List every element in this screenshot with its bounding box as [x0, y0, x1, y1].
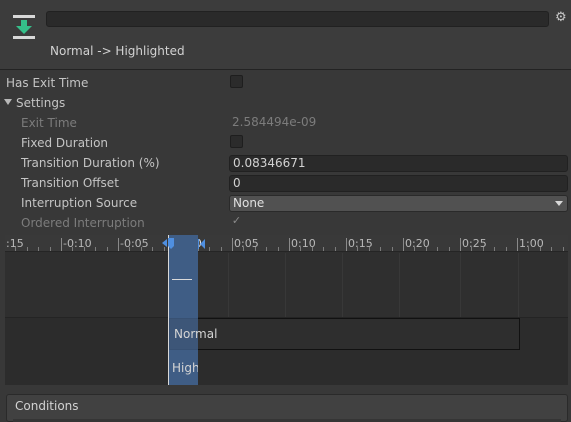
- ruler-minor-tick: [426, 247, 427, 251]
- ruler-minor-tick: [152, 247, 153, 251]
- source-state-label: Normal: [174, 327, 218, 341]
- ruler-minor-tick: [209, 247, 210, 251]
- download-arrow-icon: [12, 14, 36, 40]
- ruler-minor-tick: [551, 247, 552, 251]
- ordered-interruption-checkbox: ✓: [230, 215, 243, 228]
- ruler-minor-tick: [15, 247, 16, 251]
- chevron-down-icon[interactable]: [4, 99, 12, 105]
- transition-start-handle-icon[interactable]: [162, 237, 175, 250]
- ruler-minor-tick: [540, 247, 541, 251]
- ruler-major-tick: [460, 238, 461, 251]
- ruler-minor-tick: [528, 247, 529, 251]
- blend-curve-line: [172, 279, 192, 280]
- ruler-minor-tick: [50, 247, 51, 251]
- has-exit-time-checkbox[interactable]: [230, 75, 243, 88]
- conditions-title: Conditions: [15, 399, 79, 413]
- ruler-minor-tick: [494, 247, 495, 251]
- ruler-minor-tick: [369, 247, 370, 251]
- source-state-bar[interactable]: Normal: [169, 318, 520, 350]
- gear-icon[interactable]: ⚙: [555, 11, 567, 25]
- transition-end-handle-icon[interactable]: [198, 237, 206, 250]
- conditions-panel: Conditions: [6, 394, 568, 422]
- ruler-minor-tick: [141, 247, 142, 251]
- playhead-line: [168, 235, 169, 385]
- fixed-duration-checkbox[interactable]: [230, 135, 243, 148]
- ruler-minor-tick: [129, 247, 130, 251]
- ruler-tick-label: -0:10: [63, 237, 92, 250]
- exit-time-field: 2.584494e-09: [232, 115, 317, 129]
- ruler-minor-tick: [221, 247, 222, 251]
- has-exit-time-label: Has Exit Time: [6, 76, 89, 90]
- destination-state-bar[interactable]: High: [169, 353, 198, 383]
- ruler-major-tick: [517, 238, 518, 251]
- transition-duration-field[interactable]: 0.08346671: [229, 155, 568, 172]
- ruler-minor-tick: [243, 247, 244, 251]
- ruler-minor-tick: [414, 247, 415, 251]
- settings-label[interactable]: Settings: [16, 96, 65, 110]
- interruption-source-value: None: [233, 196, 265, 210]
- ruler-minor-tick: [27, 247, 28, 251]
- transition-offset-row: Transition Offset 0: [0, 173, 571, 193]
- transition-duration-label: Transition Duration (%): [21, 156, 160, 170]
- exit-time-row: Exit Time 2.584494e-09: [0, 113, 571, 133]
- dropdown-arrow-icon: [555, 201, 563, 206]
- transition-offset-field[interactable]: 0: [229, 175, 568, 192]
- ruler-minor-tick: [335, 247, 336, 251]
- ruler-minor-tick: [278, 247, 279, 251]
- inspector-header: ⚙ Normal -> Highlighted: [0, 0, 571, 70]
- ruler-minor-tick: [392, 247, 393, 251]
- ruler-minor-tick: [72, 247, 73, 251]
- settings-foldout[interactable]: Settings: [0, 93, 571, 113]
- ruler-minor-tick: [323, 247, 324, 251]
- has-exit-time-row: Has Exit Time: [0, 73, 571, 93]
- name-field[interactable]: [46, 11, 549, 27]
- ruler-major-tick: [118, 238, 119, 251]
- transition-inspector: ⚙ Normal -> Highlighted Has Exit Time Se…: [0, 0, 571, 422]
- ruler-minor-tick: [95, 247, 96, 251]
- ruler-minor-tick: [266, 247, 267, 251]
- ruler-minor-tick: [563, 247, 564, 251]
- ruler-minor-tick: [471, 247, 472, 251]
- destination-state-label: High: [172, 361, 198, 375]
- transition-title: Normal -> Highlighted: [50, 44, 185, 58]
- ruler-minor-tick: [380, 247, 381, 251]
- interruption-source-row: Interruption Source None: [0, 193, 571, 213]
- ruler-major-tick: [403, 238, 404, 251]
- ruler-minor-tick: [38, 247, 39, 251]
- ruler-major-tick: [61, 238, 62, 251]
- ruler-major-tick: [232, 238, 233, 251]
- transition-duration-row: Transition Duration (%) 0.08346671: [0, 153, 571, 173]
- ruler-major-tick: [289, 238, 290, 251]
- ruler-minor-tick: [357, 247, 358, 251]
- ruler-tick-label: -0:05: [120, 237, 149, 250]
- checkmark-icon: ✓: [231, 214, 242, 227]
- ruler-minor-tick: [449, 247, 450, 251]
- ruler-minor-tick: [300, 247, 301, 251]
- ruler-minor-tick: [107, 247, 108, 251]
- ruler-minor-tick: [84, 247, 85, 251]
- interruption-source-dropdown[interactable]: None: [229, 195, 568, 212]
- fixed-duration-label: Fixed Duration: [21, 136, 109, 150]
- exit-time-label: Exit Time: [21, 116, 77, 130]
- transition-timeline[interactable]: :15-0:10-0:050:000:050:100:150:200:251:0…: [5, 235, 568, 385]
- interruption-source-label: Interruption Source: [21, 196, 138, 210]
- transition-offset-label: Transition Offset: [21, 176, 119, 190]
- ordered-interruption-row: Ordered Interruption ✓: [0, 213, 571, 233]
- ruler-minor-tick: [312, 247, 313, 251]
- ruler-minor-tick: [437, 247, 438, 251]
- ruler-minor-tick: [506, 247, 507, 251]
- ruler-minor-tick: [255, 247, 256, 251]
- ordered-interruption-label: Ordered Interruption: [21, 216, 145, 230]
- ruler-minor-tick: [483, 247, 484, 251]
- ruler-major-tick: [346, 238, 347, 251]
- fixed-duration-row: Fixed Duration: [0, 133, 571, 153]
- timeline-ruler[interactable]: :15-0:10-0:050:000:050:100:150:200:251:0…: [5, 235, 568, 252]
